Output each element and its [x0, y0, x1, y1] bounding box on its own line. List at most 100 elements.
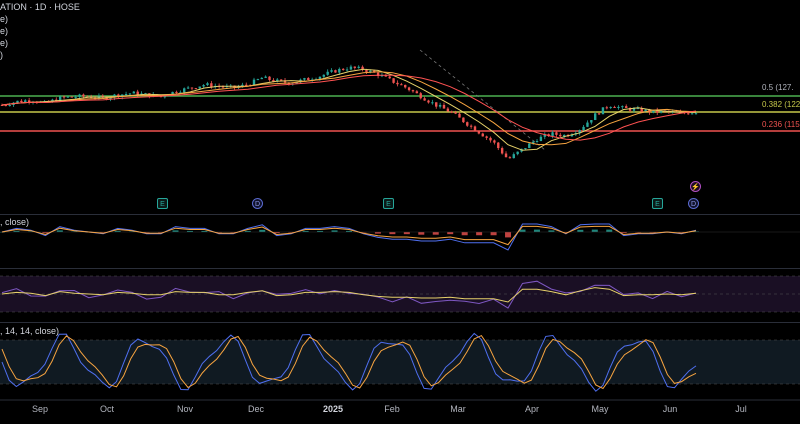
- candle-body: [357, 66, 360, 68]
- pane-separator: [0, 268, 800, 269]
- candle-body: [466, 122, 469, 126]
- macd-histogram-bar: [418, 232, 425, 235]
- candle-body: [198, 86, 201, 89]
- candle-body: [124, 93, 128, 95]
- candle-body: [687, 113, 690, 115]
- macd-histogram-bar: [432, 232, 439, 235]
- candle-body: [183, 88, 186, 93]
- candle-body: [625, 106, 628, 108]
- candle-body: [388, 76, 391, 79]
- candle-body: [62, 96, 66, 98]
- candle-body: [694, 113, 698, 115]
- candle-body: [493, 140, 496, 143]
- candle-body: [4, 105, 8, 107]
- candle-body: [132, 91, 136, 94]
- candle-body: [78, 94, 81, 97]
- earnings-event-icon[interactable]: E: [383, 198, 394, 209]
- candle-body: [345, 69, 349, 71]
- fib-label-0-382: 0.382 (122.: [762, 100, 800, 109]
- candle-body: [454, 112, 457, 114]
- candle-body: [458, 113, 461, 118]
- candle-body: [613, 106, 616, 108]
- candle-body: [489, 137, 492, 141]
- macd-histogram-bar: [519, 229, 526, 232]
- candle-body: [586, 122, 589, 127]
- candle-body: [555, 132, 558, 135]
- macd-histogram-bar: [389, 232, 396, 235]
- candle-body: [497, 142, 500, 149]
- candle-body: [609, 106, 612, 108]
- macd-histogram-bar: [447, 232, 454, 235]
- macd-histogram-bar: [476, 232, 483, 236]
- candle-body: [353, 66, 357, 68]
- stoch-band-bg: [0, 340, 800, 384]
- candle-body: [279, 79, 283, 81]
- x-axis-label: Nov: [176, 404, 194, 414]
- candle-body: [435, 102, 438, 107]
- candle-body: [407, 87, 411, 91]
- x-axis-label: Jun: [662, 404, 678, 414]
- candle-body: [74, 96, 77, 98]
- earnings-event-icon[interactable]: E: [157, 198, 168, 209]
- dividend-event-icon[interactable]: D: [688, 198, 699, 209]
- candle-body: [559, 134, 562, 137]
- candle-body: [210, 83, 213, 88]
- candle-body: [431, 102, 434, 104]
- candle-body: [163, 96, 167, 98]
- candle-body: [516, 151, 519, 155]
- candle-body: [438, 104, 442, 107]
- split-event-icon[interactable]: ⚡: [690, 181, 701, 192]
- candle-body: [485, 136, 488, 138]
- indicator-legend-1: e): [0, 14, 9, 24]
- candle-body: [512, 154, 515, 159]
- candle-body: [415, 91, 419, 94]
- fib-label-0-236: 0.236 (115.: [762, 120, 800, 129]
- candle-body: [508, 157, 512, 159]
- candle-body: [70, 96, 73, 98]
- indicator-legend-4: ): [0, 50, 3, 60]
- candle-body: [396, 82, 399, 85]
- candle-body: [330, 70, 333, 72]
- pane-separator: [0, 322, 800, 323]
- chart-svg[interactable]: [0, 0, 800, 419]
- candle-body: [194, 88, 198, 90]
- candle-body: [528, 143, 531, 149]
- candle-body: [411, 90, 415, 92]
- candle-body: [264, 76, 267, 78]
- candle-body: [551, 132, 554, 137]
- earnings-event-icon[interactable]: E: [652, 198, 663, 209]
- x-axis-label: Jul: [735, 404, 747, 414]
- x-axis-label: Sep: [31, 404, 49, 414]
- candle-body: [462, 117, 465, 123]
- symbol-title: ATION · 1D · HOSE: [0, 2, 80, 12]
- x-axis-label: Dec: [247, 404, 265, 414]
- x-axis-label: 2025: [322, 404, 344, 414]
- indicator-legend-3: e): [0, 38, 9, 48]
- candle-body: [186, 87, 190, 89]
- candle-body: [206, 83, 209, 86]
- candle-body: [82, 94, 85, 97]
- macd-pane-title: , close): [0, 217, 30, 227]
- x-axis-label: May: [591, 404, 609, 414]
- macd-histogram-bar: [505, 232, 512, 238]
- chart-canvas[interactable]: [0, 0, 800, 419]
- candle-body: [423, 98, 426, 101]
- candle-body: [341, 68, 345, 70]
- indicator-legend-2: e): [0, 26, 9, 36]
- candle-body: [20, 100, 23, 103]
- candle-body: [427, 100, 430, 103]
- candle-body: [419, 93, 422, 99]
- candle-body: [539, 136, 543, 142]
- candle-body: [268, 76, 271, 80]
- macd-histogram-bar: [533, 229, 540, 232]
- candle-body: [442, 104, 446, 109]
- candle-body: [365, 69, 368, 72]
- candle-body: [303, 78, 306, 80]
- dividend-event-icon[interactable]: D: [252, 198, 263, 209]
- candle-body: [245, 84, 248, 86]
- candle-body: [469, 125, 473, 127]
- macd-signal-line: [1, 225, 697, 246]
- candle-body: [24, 100, 27, 103]
- macd-histogram-bar: [403, 232, 410, 235]
- candle-body: [450, 111, 453, 113]
